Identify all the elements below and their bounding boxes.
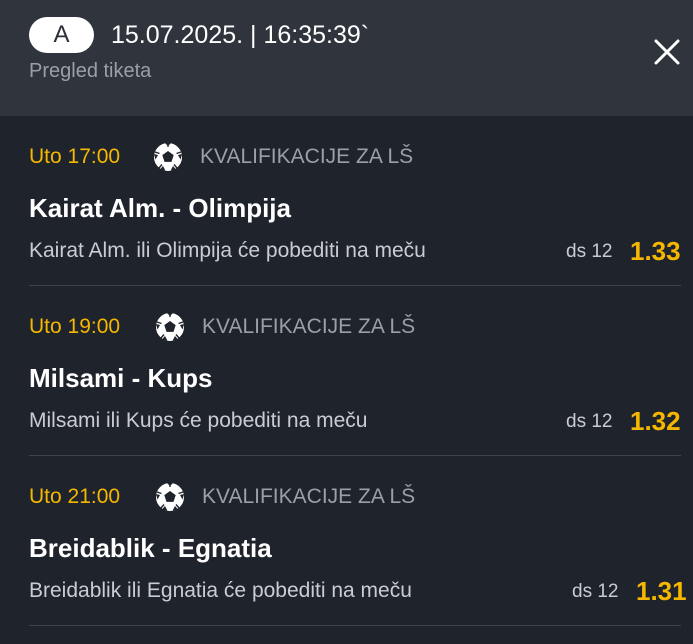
bet-code: ds 12 [566,241,613,262]
soccer-ball-icon [155,312,185,342]
match-item[interactable]: Uto 19:00 KVALIFIKACIJE ZA LŠ Milsami - … [0,286,693,456]
match-pick: Milsami ili Kups će pobediti na meču [29,409,368,432]
divider [29,625,681,626]
league-label: KVALIFIKACIJE ZA LŠ [202,485,416,508]
close-button[interactable] [651,36,683,68]
match-pick: Breidablik ili Egnatia će pobediti na me… [29,579,412,602]
match-teams: Milsami - Kups [29,363,213,393]
bet-code: ds 12 [572,581,619,602]
match-odds: 1.32 [630,406,681,436]
match-time: Uto 21:00 [29,485,121,508]
league-label: KVALIFIKACIJE ZA LŠ [200,145,414,168]
match-teams: Kairat Alm. - Olimpija [29,193,291,223]
match-item[interactable]: Uto 21:00 KVALIFIKACIJE ZA LŠ Breidablik… [0,456,693,626]
league-label: KVALIFIKACIJE ZA LŠ [202,315,416,338]
match-teams: Breidablik - Egnatia [29,533,272,563]
match-list: Uto 17:00 KVALIFIKACIJE ZA LŠ Kairat Alm… [0,116,693,626]
close-icon [654,39,680,65]
bet-code: ds 12 [566,411,613,432]
match-pick: Kairat Alm. ili Olimpija će pobediti na … [29,239,426,262]
soccer-ball-icon [153,142,183,172]
soccer-ball-icon [155,482,185,512]
match-odds: 1.33 [630,236,681,266]
ticket-header: A 15.07.2025. | 16:35:39` Pregled tiketa [0,0,693,116]
match-time: Uto 17:00 [29,145,121,168]
ticket-datetime: 15.07.2025. | 16:35:39` [111,21,370,49]
match-odds: 1.31 [636,576,687,606]
page-subtitle: Pregled tiketa [29,60,152,82]
ticket-badge: A [29,17,94,53]
match-time: Uto 19:00 [29,315,121,338]
match-item[interactable]: Uto 17:00 KVALIFIKACIJE ZA LŠ Kairat Alm… [0,116,693,286]
